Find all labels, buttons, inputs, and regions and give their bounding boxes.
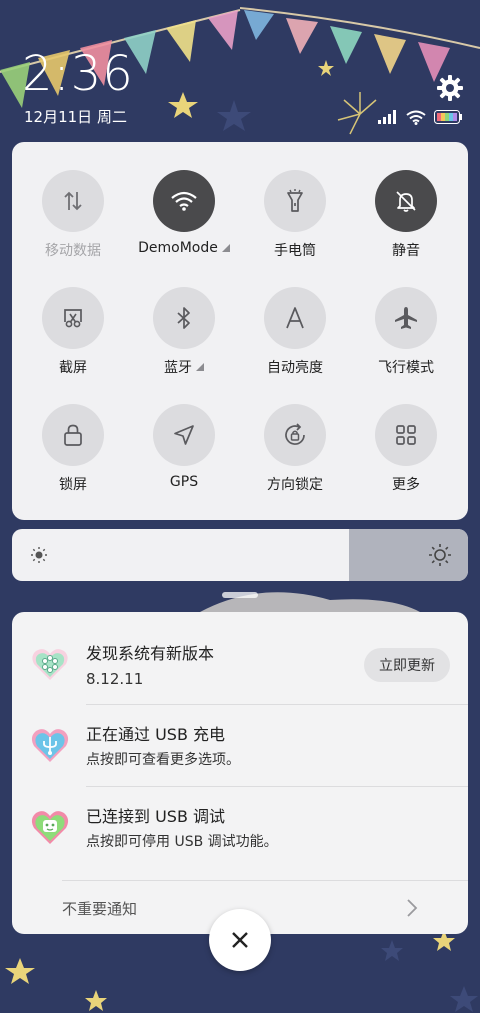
notification-usb-debug[interactable]: 已连接到 USB 调试 点按即可停用 USB 调试功能。 [12,787,468,877]
notification-title: 发现系统有新版本 [86,644,215,663]
usb-charging-app-icon [31,729,69,762]
notification-system-update[interactable]: 发现系统有新版本 8.12.11 立即更新 [12,612,468,704]
rotation-lock-icon [285,423,305,445]
divider [62,880,468,881]
tile-more[interactable]: 更多 [356,404,456,504]
bluetooth-icon [177,307,190,329]
brightness-high-icon [429,544,451,566]
update-now-button[interactable]: 立即更新 [364,648,450,682]
notification-panel: 发现系统有新版本 8.12.11 立即更新 正在通过 USB 充电 点按即可查看… [12,612,468,934]
tile-label: GPS [169,474,199,490]
clock: 2:36 [22,46,134,102]
clear-all-button[interactable] [209,909,271,971]
wifi-icon [171,191,197,211]
expand-caret-icon [221,244,230,252]
tile-rotation-lock[interactable]: 方向锁定 [245,404,345,504]
tile-label: DemoMode [138,240,218,256]
lock-icon [64,424,82,446]
usb-debug-app-icon [31,811,69,844]
tile-label: 静音 [392,243,420,259]
status-icons [378,108,462,126]
tile-label: 方向锁定 [267,477,323,493]
tile-label: 移动数据 [45,243,101,259]
tile-mobile-data[interactable]: 移动数据 [23,170,123,270]
brightness-low-icon [31,547,47,563]
tile-label: 截屏 [59,360,87,376]
auto-brightness-icon [286,307,304,329]
tile-screenshot[interactable]: 截屏 [23,287,123,387]
battery-icon [434,110,462,124]
tile-lock-screen[interactable]: 锁屏 [23,404,123,504]
notification-text: 点按即可查看更多选项。 [86,752,240,768]
tile-label: 手电筒 [274,243,316,259]
quick-settings-panel: 移动数据 DemoMode 手电筒 静音 截屏 蓝牙 自动亮度 飞行模式 锁屏 … [12,142,468,520]
unimportant-notifications-label: 不重要通知 [62,900,138,918]
tile-label: 更多 [392,477,420,493]
mute-bell-icon [396,191,416,212]
notification-title: 已连接到 USB 调试 [86,807,226,826]
notification-text: 8.12.11 [86,670,144,688]
close-icon [232,932,248,948]
date-label: 12月11日 周二 [24,108,127,126]
settings-gear-icon[interactable] [436,74,464,102]
tile-label: 自动亮度 [267,360,323,376]
expand-caret-icon [196,363,204,371]
tile-label: 蓝牙 [164,360,192,376]
tile-mute[interactable]: 静音 [356,170,456,270]
tile-flashlight[interactable]: 手电筒 [245,170,345,270]
system-update-app-icon [32,649,68,680]
brightness-slider[interactable] [12,529,468,581]
drag-handle[interactable] [222,592,258,598]
chevron-right-icon [407,899,418,917]
mobile-data-icon [64,191,82,211]
airplane-icon [395,307,417,329]
tile-gps[interactable]: GPS [134,404,234,504]
more-grid-icon [396,425,416,445]
notification-title: 正在通过 USB 充电 [86,725,226,744]
tile-wifi[interactable]: DemoMode [134,170,234,270]
flashlight-icon [287,189,303,212]
tile-auto-brightness[interactable]: 自动亮度 [245,287,345,387]
wifi-status-icon [406,110,426,125]
gps-icon [174,425,194,445]
notification-usb-charging[interactable]: 正在通过 USB 充电 点按即可查看更多选项。 [12,705,468,786]
tile-label: 锁屏 [59,477,87,493]
tile-bluetooth[interactable]: 蓝牙 [134,287,234,387]
signal-icon [378,110,396,124]
screenshot-icon [64,309,82,328]
tile-airplane[interactable]: 飞行模式 [356,287,456,387]
tile-label: 飞行模式 [378,360,434,376]
notification-text: 点按即可停用 USB 调试功能。 [86,834,278,850]
